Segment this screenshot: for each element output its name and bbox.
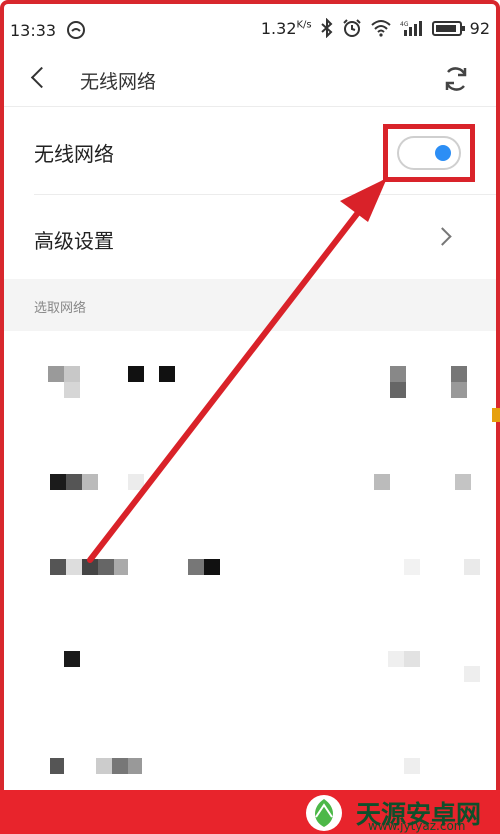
watermark-logo-icon [306,795,342,831]
annotation-arrow [87,178,387,563]
watermark-url: www.jytyaz.com [368,819,466,833]
side-marker [492,408,500,422]
phone-screen: 13:33 1.32K/s 4G 92 无线网络 无线网络 高级设置 选取网络 [0,0,500,790]
